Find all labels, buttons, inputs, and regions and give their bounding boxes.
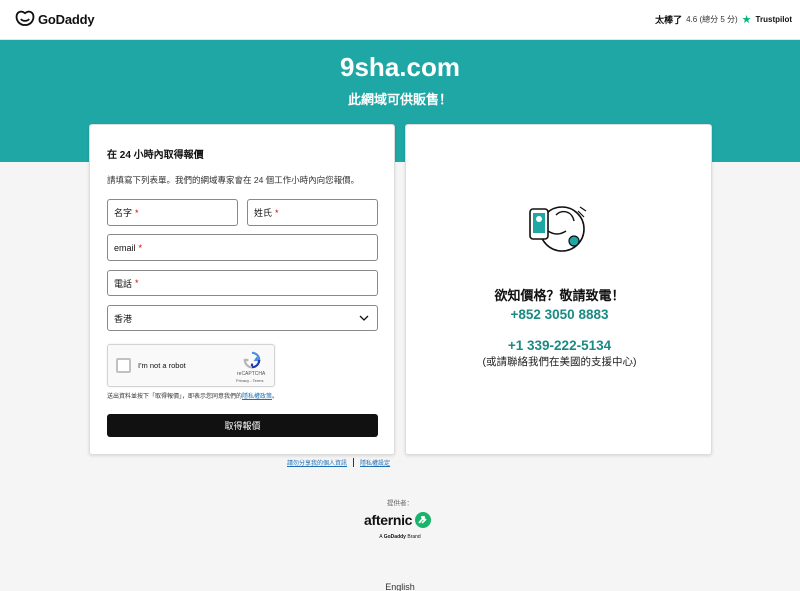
recaptcha-icon <box>243 351 261 369</box>
domain-name: 9sha.com <box>340 52 460 82</box>
phone-label: 電話 <box>114 278 133 289</box>
privacy-settings-link[interactable]: 隱私權設定 <box>360 458 390 467</box>
consent-text: 送出資料並按下「取得報價」，即表示您同意我們的隱私權政策。 <box>107 391 278 400</box>
do-not-share-link[interactable]: 請勿分享我的個人資訊 <box>287 458 347 467</box>
language-selector[interactable]: English <box>0 582 800 591</box>
phone-number-hk[interactable]: +852 3050 8883 <box>406 307 713 322</box>
phone-field[interactable]: 電話 * <box>107 270 378 296</box>
privacy-policy-link[interactable]: 隱私權政策 <box>242 394 272 400</box>
logo-text: GoDaddy <box>38 11 95 27</box>
for-sale-subtitle: 此網域可供販售！ <box>347 92 452 107</box>
required-mark: * <box>138 242 143 253</box>
recaptcha-checkbox[interactable] <box>116 358 131 373</box>
get-quote-button[interactable]: 取得報價 <box>107 414 378 437</box>
afternic-name: afternic <box>364 512 413 528</box>
rating-word: 太棒了 <box>655 15 683 25</box>
brand-name: GoDaddy <box>383 534 406 540</box>
phone-call-illustration <box>529 206 587 252</box>
consent-suffix: 。 <box>272 394 279 400</box>
trustpilot-label: Trustpilot <box>755 15 792 24</box>
required-mark: * <box>135 278 139 288</box>
call-info-card: 欲知價格？敬請致電！ +852 3050 8883 +1 339-222-513… <box>405 124 712 455</box>
link-divider <box>353 458 355 467</box>
required-mark: * <box>275 207 279 218</box>
support-note: (或請聯絡我們在美國的支援中心) <box>482 356 637 368</box>
first-name-label: 名字 <box>114 208 133 218</box>
rating-score: 4.6 (總分 5 分) <box>686 15 738 24</box>
brand-suffix: Brand <box>407 534 421 540</box>
godaddy-logo[interactable]: GoDaddy <box>15 10 95 28</box>
privacy-links: 請勿分享我的個人資訊 隱私權設定 <box>287 458 390 467</box>
trustpilot-star-icon: ★ <box>741 14 752 26</box>
brand-prefix: A <box>379 534 383 540</box>
afternic-logo-icon <box>415 512 432 528</box>
phone-number-us[interactable]: +1 339-222-5134 <box>406 338 713 353</box>
consent-prefix: 送出資料並按下「取得報價」，即表示您同意我們的 <box>107 394 243 400</box>
recaptcha-brand: reCAPTCHA <box>237 371 266 377</box>
recaptcha-text: I'm not a robot <box>138 361 186 370</box>
email-field[interactable]: email * <box>107 234 378 261</box>
country-select[interactable]: 香港 <box>107 305 378 331</box>
top-bar: GoDaddy 太棒了 4.6 (總分 5 分) ★ Trustpilot <box>0 0 800 40</box>
country-value: 香港 <box>114 313 133 324</box>
godaddy-logo-icon <box>15 10 35 26</box>
recaptcha-widget: I'm not a robot reCAPTCHA Privacy - Term… <box>107 344 275 387</box>
godaddy-brand-line: A GoDaddy Brand <box>0 534 800 540</box>
required-mark: * <box>135 207 139 218</box>
trustpilot-rating[interactable]: 太棒了 4.6 (總分 5 分) ★ Trustpilot <box>655 13 792 26</box>
recaptcha-links[interactable]: Privacy - Terms <box>236 378 263 383</box>
call-title: 欲知價格？敬請致電！ <box>494 288 625 303</box>
form-description: 請填寫下列表單。我們的網域專家會在 24 個工作小時內向您報價。 <box>107 175 360 185</box>
quote-form-card: 在 24 小時內取得報價 請填寫下列表單。我們的網域專家會在 24 個工作小時內… <box>89 124 395 455</box>
last-name-label: 姓氏 <box>254 208 273 218</box>
email-label: email <box>114 242 136 253</box>
provided-by-label: 提供者： <box>387 500 413 507</box>
last-name-field[interactable]: 姓氏 * <box>247 199 378 226</box>
chevron-down-icon <box>359 315 369 321</box>
form-title: 在 24 小時內取得報價 <box>107 150 204 161</box>
afternic-logo[interactable]: afternic <box>364 512 432 528</box>
first-name-field[interactable]: 名字 * <box>107 199 238 226</box>
